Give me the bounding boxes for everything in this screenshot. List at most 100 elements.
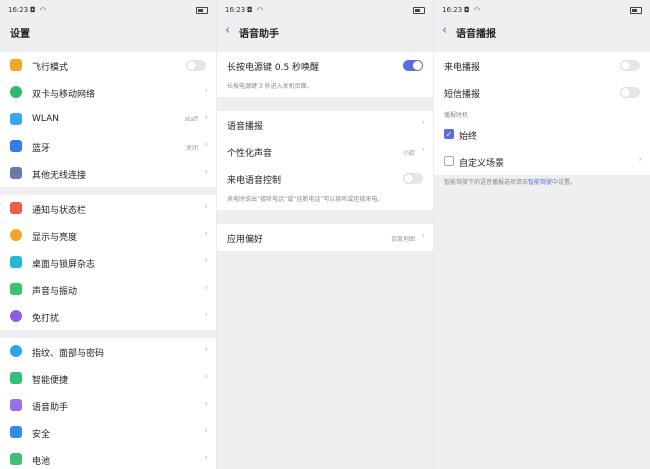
voice-option-value: 小欧 (402, 150, 415, 157)
airplane-mode-toggle[interactable] (186, 60, 206, 71)
call-voice-control-toggle[interactable] (403, 173, 423, 184)
settings-item-label: 飞行模式 (32, 63, 69, 73)
more-connections-icon (10, 167, 22, 179)
settings-item[interactable]: 指纹、面部与密码 › (0, 338, 216, 365)
shield-icon (10, 426, 22, 438)
checkbox[interactable] (444, 156, 454, 166)
voice-broadcast-header: ‹ 语音播报 (434, 20, 650, 44)
battery-status-icon (196, 7, 208, 14)
settings-screen: 16:23 ◘ ◠ 设置 飞行模式 双卡与移动网络 › WLAN staff › 蓝牙 关闭 ›… (0, 0, 216, 469)
fingerprint-icon (10, 345, 22, 357)
settings-list: 飞行模式 双卡与移动网络 › WLAN staff › 蓝牙 关闭 › 其他无线连接 › 通知与状态栏… (0, 52, 216, 469)
group-separator (0, 187, 216, 195)
status-bar: 16:23 ◘ ◠ (0, 0, 216, 20)
settings-item[interactable]: 通知与状态栏 › (0, 195, 216, 222)
settings-header: 设置 (0, 20, 216, 44)
airplane-icon (10, 59, 22, 71)
chevron-right-icon: › (421, 118, 425, 128)
settings-item[interactable]: 桌面与锁屏杂志 › (0, 249, 216, 276)
smart-driving-hint: 智能驾驶下的语音播报选项请去智能驾驶中设置。 (434, 175, 650, 193)
broadcast-toggle[interactable] (620, 60, 640, 71)
power-key-wake-toggle[interactable] (403, 60, 423, 71)
settings-item[interactable]: 双卡与移动网络 › (0, 79, 216, 106)
app-preference-value: 百度地图 (390, 236, 415, 243)
settings-item-label: 电池 (32, 457, 51, 467)
broadcast-toggle-row[interactable]: 短信播报 (434, 79, 650, 106)
status-icons: ◘ ◠ (30, 6, 47, 14)
voice-option-label: 来电语音控制 (227, 176, 282, 186)
timing-option-row[interactable]: 自定义场景 › (434, 148, 650, 175)
chevron-right-icon: › (204, 345, 208, 355)
settings-item[interactable]: 飞行模式 (0, 52, 216, 79)
settings-item[interactable]: 声音与振动 › (0, 276, 216, 303)
settings-item-label: 双卡与移动网络 (32, 90, 96, 100)
voice-option-row[interactable]: 语音播报 › (217, 111, 433, 138)
timing-option-label: 始终 (459, 132, 478, 142)
broadcast-toggles: 来电播报 短信播报 (434, 52, 650, 106)
battery-icon (10, 453, 22, 465)
globe-icon (10, 86, 22, 98)
broadcast-toggle-label: 来电播报 (444, 63, 481, 73)
chevron-right-icon: › (204, 426, 208, 436)
broadcast-toggle-row[interactable]: 来电播报 (434, 52, 650, 79)
back-arrow-icon[interactable]: ‹ (442, 23, 447, 38)
app-preference-label: 应用偏好 (227, 235, 264, 245)
broadcast-toggle-label: 短信播报 (444, 90, 481, 100)
chevron-right-icon: › (421, 231, 425, 241)
settings-item-label: 声音与振动 (32, 287, 78, 297)
settings-item[interactable]: 语音助手 › (0, 392, 216, 419)
chevron-right-icon: › (204, 372, 208, 382)
voice-option-row[interactable]: 个性化声音 小欧 › (217, 138, 433, 165)
settings-item-label: 桌面与锁屏杂志 (32, 260, 96, 270)
broadcast-timing-options: ✓ 始终自定义场景 › (434, 121, 650, 175)
settings-item-label: 显示与亮度 (32, 233, 78, 243)
chevron-right-icon: › (204, 399, 208, 409)
battery-status-icon (630, 7, 642, 14)
status-bar: 16:23 ◘ ◠ (434, 0, 650, 20)
voice-assistant-header: ‹ 语音助手 (217, 20, 433, 44)
settings-item[interactable]: 蓝牙 关闭 › (0, 133, 216, 160)
timing-option-row[interactable]: ✓ 始终 (434, 121, 650, 148)
chevron-right-icon: › (638, 155, 642, 165)
chevron-right-icon: › (204, 140, 208, 150)
chevron-right-icon: › (204, 113, 208, 123)
settings-item-label: 免打扰 (32, 314, 60, 324)
status-time: 16:23 (225, 6, 246, 14)
chevron-right-icon: › (204, 453, 208, 463)
voice-option-row[interactable]: 来电语音控制 (217, 165, 433, 192)
chevron-right-icon: › (204, 256, 208, 266)
settings-item-label: 其他无线连接 (32, 171, 87, 181)
chevron-right-icon: › (204, 202, 208, 212)
notification-icon (10, 202, 22, 214)
bluetooth-icon (10, 140, 22, 152)
settings-item[interactable]: 电池 › (0, 446, 216, 469)
power-key-wake-label: 长按电源键 0.5 秒唤醒 (227, 63, 320, 73)
settings-item[interactable]: 安全 › (0, 419, 216, 446)
battery-status-icon (413, 7, 425, 14)
checkbox[interactable]: ✓ (444, 129, 454, 139)
settings-item[interactable]: 其他无线连接 › (0, 160, 216, 187)
broadcast-toggle[interactable] (620, 87, 640, 98)
settings-item[interactable]: 免打扰 › (0, 303, 216, 330)
hint-text-after: 中设置。 (552, 179, 577, 186)
status-icons: ◘ ◠ (464, 6, 481, 14)
chevron-right-icon: › (421, 145, 425, 155)
back-arrow-icon[interactable]: ‹ (225, 23, 230, 38)
moon-icon (10, 310, 22, 322)
voice-assistant-icon (10, 399, 22, 411)
page-title: 语音播报 (456, 29, 496, 40)
settings-item-label: 语音助手 (32, 403, 69, 413)
settings-item[interactable]: 显示与亮度 › (0, 222, 216, 249)
hint-text-before: 智能驾驶下的语音播报选项请去 (444, 179, 529, 186)
smart-driving-link[interactable]: 智能驾驶 (528, 179, 552, 186)
app-preference-row[interactable]: 应用偏好 百度地图 › (217, 224, 433, 251)
settings-item-label: WLAN (32, 114, 60, 124)
chevron-right-icon: › (204, 283, 208, 293)
status-time: 16:23 (442, 6, 463, 14)
voice-option-label: 语音播报 (227, 122, 264, 132)
settings-item[interactable]: WLAN staff › (0, 106, 216, 133)
power-key-wake-row[interactable]: 长按电源键 0.5 秒唤醒 (217, 52, 433, 79)
settings-item[interactable]: 智能便捷 › (0, 365, 216, 392)
settings-item-value: staff (184, 116, 198, 123)
chevron-right-icon: › (204, 229, 208, 239)
